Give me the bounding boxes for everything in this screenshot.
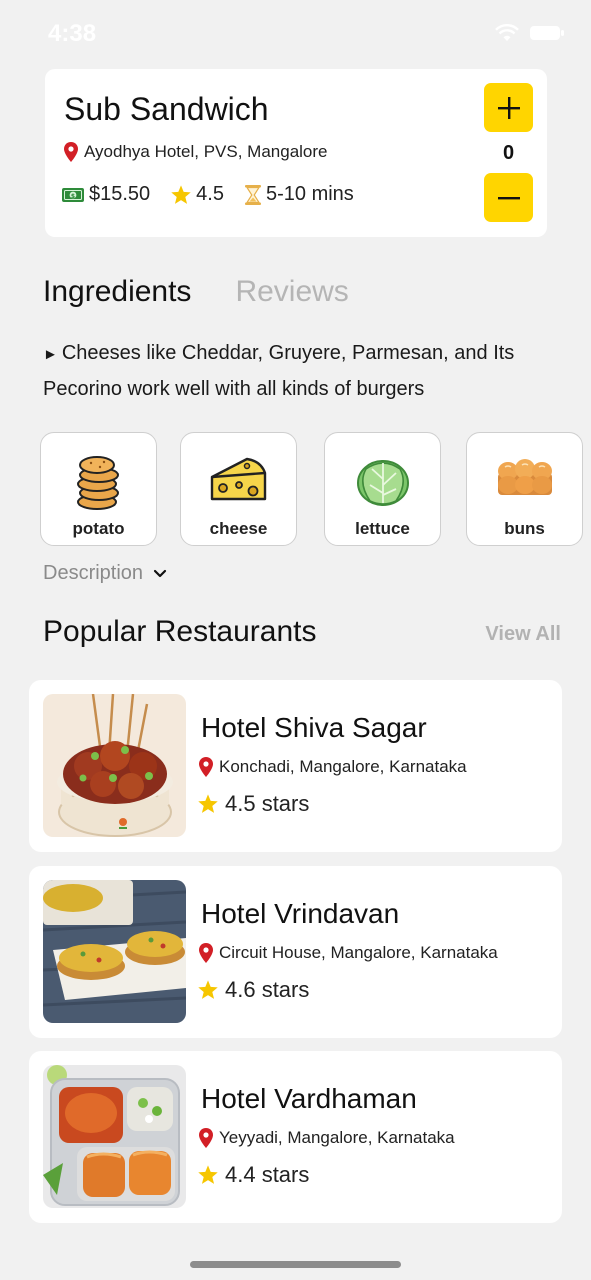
restaurant-name: Hotel Vrindavan (201, 898, 400, 929)
chip-label: buns (504, 519, 545, 538)
status-bar: 4:38 (0, 0, 591, 70)
status-icons (495, 24, 565, 42)
buns-icon (497, 459, 552, 495)
ingredient-chips: potato cheese lettuce buns (40, 432, 591, 548)
svg-text:$: $ (71, 192, 75, 199)
restaurant-location: Circuit House, Mangalore, Karnataka (199, 943, 498, 963)
description-toggle[interactable]: Description (43, 562, 167, 585)
restaurant-rating-text: 4.4 stars (225, 1162, 310, 1187)
food-photo-pav-bhaji (43, 1065, 186, 1208)
money-icon: $ (62, 187, 84, 202)
bullet-icon: ► (43, 346, 58, 363)
lettuce-icon (356, 460, 409, 506)
chip-label: lettuce (355, 519, 410, 538)
product-location: Ayodhya Hotel, PVS, Mangalore (64, 142, 328, 162)
restaurant-thumbnail (43, 694, 186, 837)
prep-time-text: 5-10 mins (265, 183, 354, 205)
star-icon (198, 1165, 218, 1184)
restaurant-rating-text: 4.5 stars (225, 791, 310, 816)
food-photo-sev-puri (43, 880, 186, 1023)
ingredient-chip-potato[interactable]: potato (40, 432, 157, 546)
quantity-value: 0 (502, 142, 515, 164)
popular-restaurants-title: Popular Restaurants (43, 615, 317, 648)
ingredient-chip-buns[interactable]: buns (466, 432, 583, 546)
plus-icon (497, 96, 520, 119)
location-pin-icon (64, 142, 78, 162)
product-title: Sub Sandwich (64, 91, 269, 127)
restaurant-card[interactable]: Hotel Shiva Sagar Konchadi, Mangalore, K… (29, 680, 562, 852)
price-text: $15.50 (89, 183, 151, 205)
home-indicator[interactable] (190, 1261, 401, 1268)
increase-quantity-button[interactable] (484, 83, 533, 132)
price: $ $15.50 (61, 183, 150, 206)
restaurant-location-text: Circuit House, Mangalore, Karnataka (219, 943, 498, 962)
restaurant-name: Hotel Shiva Sagar (201, 712, 427, 743)
restaurant-rating-text: 4.6 stars (225, 977, 310, 1002)
restaurant-name: Hotel Vardhaman (201, 1083, 417, 1114)
star-icon (171, 184, 191, 204)
detail-tabs: Ingredients Reviews (43, 275, 349, 309)
tab-ingredients[interactable]: Ingredients (43, 275, 191, 309)
restaurant-thumbnail (43, 880, 186, 1023)
restaurant-location: Yeyyadi, Mangalore, Karnataka (199, 1128, 455, 1148)
location-pin-icon (199, 1128, 213, 1148)
chip-label: potato (72, 519, 125, 538)
ingredients-text: Cheeses like Cheddar, Gruyere, Parmesan,… (43, 342, 515, 400)
restaurant-thumbnail (43, 1065, 186, 1208)
star-icon (198, 980, 218, 999)
hourglass-icon (244, 184, 261, 205)
rating-text: 4.5 (196, 183, 224, 205)
food-photo-manchurian (43, 694, 186, 837)
restaurant-card[interactable]: Hotel Vrindavan Circuit House, Mangalore… (29, 866, 562, 1038)
ingredient-chip-lettuce[interactable]: lettuce (324, 432, 441, 546)
location-pin-icon (199, 943, 213, 963)
minus-icon (497, 196, 520, 199)
restaurant-rating: 4.4 stars (197, 1162, 309, 1188)
product-meta: $ $15.50 4.5 5-10 mins (61, 183, 374, 206)
potato-icon (76, 456, 119, 510)
restaurant-rating: 4.5 stars (197, 791, 309, 817)
chip-label: cheese (209, 519, 268, 538)
restaurant-location: Konchadi, Mangalore, Karnataka (199, 757, 467, 777)
location-pin-icon (199, 757, 213, 777)
ingredient-chip-cheese[interactable]: cheese (180, 432, 297, 546)
status-time: 4:38 (48, 20, 97, 47)
cheese-icon (210, 457, 266, 501)
chevron-down-icon (153, 569, 167, 577)
restaurant-rating: 4.6 stars (197, 977, 309, 1003)
prep-time: 5-10 mins (244, 183, 354, 206)
decrease-quantity-button[interactable] (484, 173, 533, 222)
rating: 4.5 (170, 183, 224, 206)
battery-icon (530, 26, 564, 40)
restaurant-location-text: Yeyyadi, Mangalore, Karnataka (219, 1128, 455, 1147)
star-icon (198, 794, 218, 813)
description-label: Description (43, 562, 144, 584)
restaurant-location-text: Konchadi, Mangalore, Karnataka (219, 757, 467, 776)
ingredients-description: ► Cheeses like Cheddar, Gruyere, Parmesan… (43, 336, 563, 407)
app-screen: 4:38 Sub Sandwich Ayodhya Hotel, PVS, Ma… (0, 0, 591, 1280)
product-location-text: Ayodhya Hotel, PVS, Mangalore (84, 142, 328, 161)
tab-reviews[interactable]: Reviews (235, 275, 348, 309)
product-card: Sub Sandwich Ayodhya Hotel, PVS, Mangalo… (45, 69, 547, 237)
restaurant-card[interactable]: Hotel Vardhaman Yeyyadi, Mangalore, Karn… (29, 1051, 562, 1223)
view-all-link[interactable]: View All (485, 623, 561, 646)
wifi-icon (495, 24, 519, 41)
